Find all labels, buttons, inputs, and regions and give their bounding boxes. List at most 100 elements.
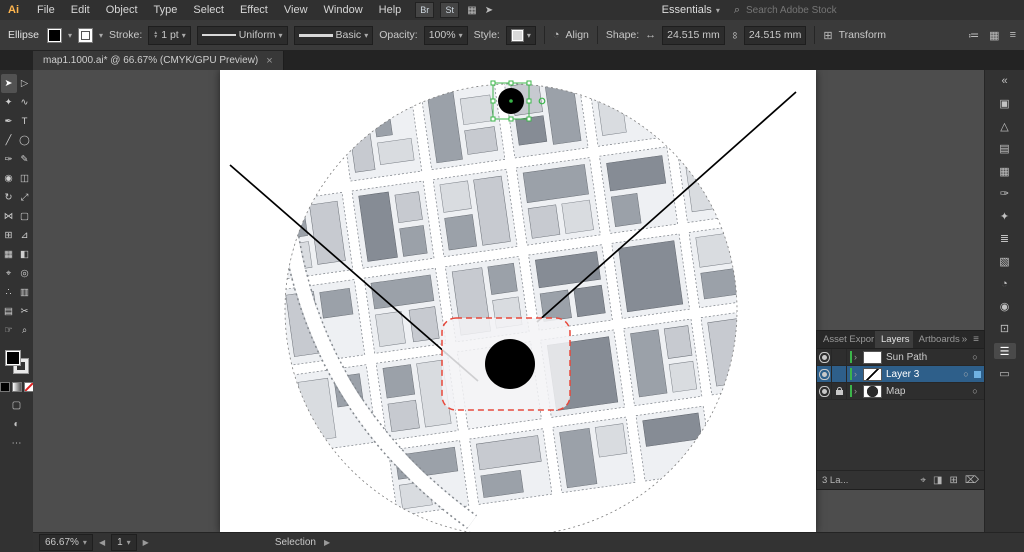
fill-proxy-swatch[interactable] [4, 350, 21, 366]
workspace-switcher[interactable]: Essentials ▾ [662, 4, 720, 16]
stock-search-input[interactable] [744, 3, 858, 17]
direct-selection-tool[interactable]: ▷ [17, 74, 33, 93]
menu-effect[interactable]: Effect [232, 4, 276, 16]
adobe-stock-search[interactable]: ⌕ [734, 3, 858, 17]
zoom-dropdown[interactable]: 66.67% ▾ [39, 534, 93, 551]
layer-thumbnail[interactable] [863, 367, 882, 381]
width-tool[interactable]: ⋈ [1, 207, 17, 226]
recolor-artwork-icon[interactable]: ◔ [553, 29, 560, 41]
layer-row-sun-path[interactable]: › Sun Path ○ [817, 349, 984, 366]
menu-file[interactable]: File [29, 4, 63, 16]
rotate-tool[interactable]: ↻ [1, 188, 17, 207]
visibility-toggle[interactable] [817, 349, 832, 365]
stroke-weight-field[interactable]: ▲ ▼ 1 pt ▾ [148, 25, 191, 45]
brush-dropdown[interactable]: Basic ▾ [293, 25, 374, 45]
mesh-tool[interactable]: ▦ [1, 245, 17, 264]
shape-width-field[interactable]: 24.515 mm [662, 25, 725, 45]
layer-row-map[interactable]: › Map ○ [817, 383, 984, 400]
eraser-tool[interactable]: ◫ [17, 169, 33, 188]
expand-arrow-icon[interactable]: › [854, 369, 863, 379]
color-mode-button[interactable] [0, 382, 10, 392]
shape-builder-tool[interactable]: ⊞ [1, 226, 17, 245]
artboard-nav-dropdown[interactable]: 1 ▾ [111, 534, 137, 551]
share-icon[interactable]: ➤ [485, 5, 493, 16]
layer-name[interactable]: Map [886, 386, 969, 397]
layer-thumbnail[interactable] [863, 350, 882, 364]
gradient-mode-button[interactable] [11, 382, 22, 392]
eyedropper-tool[interactable]: ⌖ [1, 264, 17, 283]
magic-wand-tool[interactable]: ✦ [1, 93, 17, 112]
selection-tool[interactable]: ➤ [0, 74, 17, 93]
panel-menu-icon[interactable]: ≡ [973, 334, 979, 345]
tab-asset-export[interactable]: Asset Expor [817, 331, 875, 348]
type-tool[interactable]: T [17, 112, 33, 131]
none-mode-button[interactable] [23, 382, 34, 392]
selection-indicator[interactable] [974, 370, 981, 378]
document-tab[interactable]: map1.1000.ai* @ 66.67% (CMYK/GPU Preview… [33, 51, 284, 70]
menu-select[interactable]: Select [185, 4, 232, 16]
prev-artboard-icon[interactable]: ◀ [99, 538, 105, 547]
menu-object[interactable]: Object [98, 4, 146, 16]
panel-menu-icon[interactable]: ≡ [1010, 29, 1016, 41]
menu-type[interactable]: Type [146, 4, 186, 16]
locate-object-icon[interactable]: ⌖ [920, 475, 926, 486]
draw-mode-button[interactable]: ▢ [12, 400, 21, 411]
panel-expand-icon[interactable]: » [962, 334, 968, 345]
fill-color-swatch[interactable] [46, 27, 62, 43]
appearance-icon[interactable]: ◉ [994, 298, 1016, 314]
expand-arrow-icon[interactable]: › [854, 386, 863, 396]
layer-thumbnail[interactable] [863, 384, 882, 398]
swatches-icon[interactable]: ▦ [994, 163, 1016, 179]
color-guide-icon[interactable]: △ [994, 118, 1016, 134]
layer-name[interactable]: Sun Path [886, 352, 969, 363]
layers-panel-icon[interactable]: ☰ [993, 343, 1016, 359]
menu-view[interactable]: View [276, 4, 316, 16]
free-transform-tool[interactable]: ▢ [17, 207, 33, 226]
chevron-down-icon[interactable]: ▾ [182, 31, 186, 40]
visibility-toggle[interactable] [817, 383, 832, 399]
column-graph-tool[interactable]: ▥ [17, 283, 33, 302]
zoom-tool[interactable]: ⌕ [17, 321, 33, 340]
shape-height-field[interactable]: 24.515 mm [743, 25, 807, 45]
artboard-svg[interactable] [220, 70, 816, 533]
gradient-tool[interactable]: ◧ [17, 245, 33, 264]
layer-row-layer-3[interactable]: › Layer 3 ○ [817, 366, 984, 383]
delete-layer-icon[interactable]: ⌦ [965, 475, 979, 486]
opacity-field[interactable]: 100% ▾ [423, 25, 468, 45]
tab-layers[interactable]: Layers [875, 331, 913, 348]
blob-brush-tool[interactable]: ◉ [1, 169, 17, 188]
color-panel-icon[interactable]: ▣ [994, 96, 1016, 112]
chevron-down-icon[interactable]: ▾ [278, 31, 282, 40]
tab-artboards[interactable]: Artboards [913, 331, 962, 348]
symbols-icon[interactable]: ✦ [994, 208, 1016, 224]
menu-window[interactable]: Window [316, 4, 371, 16]
target-circle[interactable]: ○ [969, 352, 981, 362]
screen-mode-button[interactable]: ◐ [13, 419, 19, 430]
visibility-toggle[interactable] [817, 366, 832, 382]
stock-button[interactable]: St [440, 2, 460, 18]
grid-icon[interactable]: ▦ [989, 29, 999, 42]
chevron-down-icon[interactable]: ▾ [527, 31, 531, 40]
paintbrush-tool[interactable]: ✑ [1, 150, 17, 169]
expand-arrow-icon[interactable]: › [854, 352, 863, 362]
edit-toolbar-button[interactable]: ⋯ [12, 438, 22, 449]
slice-tool[interactable]: ✂ [17, 302, 33, 321]
stroke-panel-icon[interactable]: ≣ [994, 231, 1016, 247]
menu-edit[interactable]: Edit [63, 4, 98, 16]
new-layer-icon[interactable]: ⊞ [949, 475, 957, 486]
status-indicator[interactable]: Selection ▶ [275, 537, 330, 548]
libraries-icon[interactable]: ▤ [994, 141, 1016, 157]
ellipse-tool[interactable]: ◯ [17, 131, 33, 150]
chevron-down-icon[interactable]: ▾ [459, 31, 463, 40]
width-profile-dropdown[interactable]: Uniform ▾ [196, 25, 288, 45]
symbol-sprayer-tool[interactable]: ∴ [1, 283, 17, 302]
link-dimensions-icon[interactable]: ∞ [729, 31, 740, 38]
bridge-button[interactable]: Br [415, 2, 435, 18]
perspective-grid-tool[interactable]: ⊿ [17, 226, 33, 245]
hand-tool[interactable]: ☞ [1, 321, 17, 340]
chevron-down-icon[interactable]: ▾ [364, 31, 368, 40]
fill-caret-icon[interactable]: ▾ [68, 31, 72, 40]
target-circle[interactable]: ○ [960, 369, 972, 379]
pencil-tool[interactable]: ✎ [17, 150, 33, 169]
graphic-styles-icon[interactable]: ⊡ [994, 321, 1016, 337]
